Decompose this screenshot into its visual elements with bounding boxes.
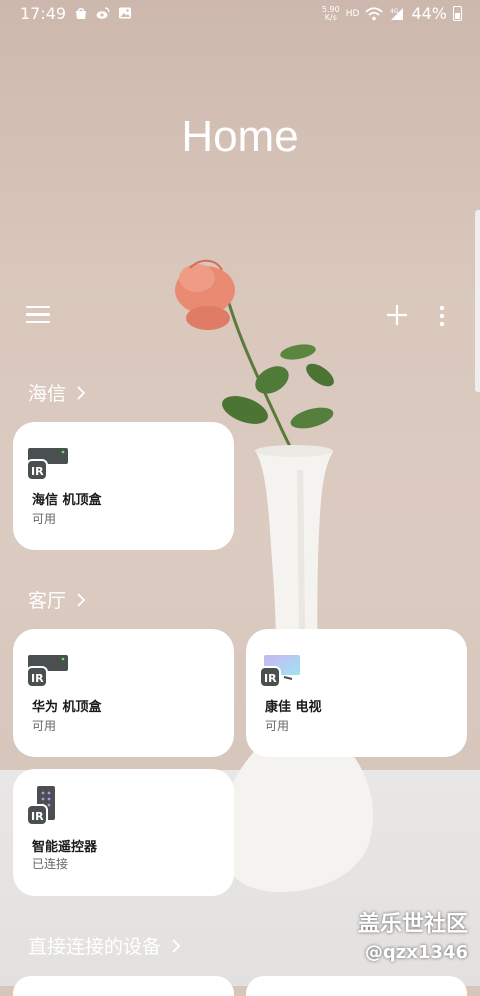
chevron-right-icon bbox=[172, 938, 181, 953]
svg-text:IR: IR bbox=[31, 810, 44, 823]
ir-set-top-box-icon: IR bbox=[27, 448, 68, 481]
section-header-living-room[interactable]: 客厅 bbox=[28, 586, 86, 613]
device-name: 华为 机顶盒 bbox=[32, 700, 102, 715]
device-name: 海信 机顶盒 bbox=[32, 493, 102, 508]
net-speed: 5.90 K/s bbox=[322, 5, 340, 22]
status-bar: 17:49 5.90 K/s HD 4G 44% bbox=[0, 0, 480, 28]
device-card-partial[interactable] bbox=[246, 976, 467, 996]
section-header-hisense[interactable]: 海信 bbox=[28, 379, 86, 406]
watermark-handle: @qzx1346 bbox=[364, 942, 468, 963]
device-status: 可用 bbox=[265, 719, 290, 733]
device-card[interactable]: IR 智能遥控器 已连接 bbox=[13, 769, 234, 896]
ir-remote-icon: IR bbox=[27, 786, 55, 826]
net-speed-unit: K/s bbox=[324, 12, 337, 22]
svg-text:IR: IR bbox=[31, 672, 44, 685]
menu-icon-line bbox=[26, 320, 50, 324]
ir-set-top-box-icon: IR bbox=[27, 655, 68, 688]
section-title: 海信 bbox=[28, 383, 67, 405]
device-status: 可用 bbox=[32, 719, 57, 733]
plus-icon[interactable] bbox=[386, 304, 408, 326]
wifi-icon bbox=[365, 6, 384, 20]
device-card[interactable]: IR 华为 机顶盒 可用 bbox=[13, 629, 234, 757]
device-card[interactable]: IR 海信 机顶盒 可用 bbox=[13, 422, 234, 550]
svg-text:IR: IR bbox=[31, 465, 44, 478]
weibo-icon bbox=[96, 7, 110, 19]
section-title: 直接连接的设备 bbox=[28, 936, 162, 958]
hd-label: HD bbox=[345, 8, 360, 19]
more-vertical-icon[interactable] bbox=[438, 304, 446, 328]
device-name: 智能遥控器 bbox=[32, 840, 98, 855]
status-time: 17:49 bbox=[20, 4, 67, 23]
page-title: Home bbox=[181, 112, 299, 161]
device-card-partial[interactable] bbox=[13, 976, 234, 996]
device-name: 康佳 电视 bbox=[265, 700, 322, 715]
svg-text:IR: IR bbox=[264, 672, 277, 685]
signal-4g-icon: 4G bbox=[390, 7, 404, 20]
chevron-right-icon bbox=[77, 385, 86, 400]
section-header-direct-devices[interactable]: 直接连接的设备 bbox=[28, 932, 181, 959]
battery-icon bbox=[453, 6, 462, 21]
ir-tv-icon: IR bbox=[260, 655, 300, 688]
edge-panel-handle[interactable] bbox=[475, 210, 480, 392]
chevron-right-icon bbox=[77, 592, 86, 607]
bag-icon bbox=[76, 8, 86, 19]
device-status: 可用 bbox=[32, 512, 57, 526]
battery-percent: 44% bbox=[411, 4, 447, 23]
device-status: 已连接 bbox=[32, 857, 69, 871]
image-icon bbox=[119, 7, 131, 19]
menu-icon-line bbox=[26, 313, 50, 316]
section-title: 客厅 bbox=[28, 590, 67, 612]
device-card[interactable]: IR 康佳 电视 可用 bbox=[246, 629, 467, 757]
svg-text:4G: 4G bbox=[390, 8, 399, 15]
menu-icon bbox=[26, 306, 50, 309]
watermark-title: 盖乐世社区 bbox=[357, 912, 468, 937]
menu-button[interactable] bbox=[26, 306, 50, 326]
